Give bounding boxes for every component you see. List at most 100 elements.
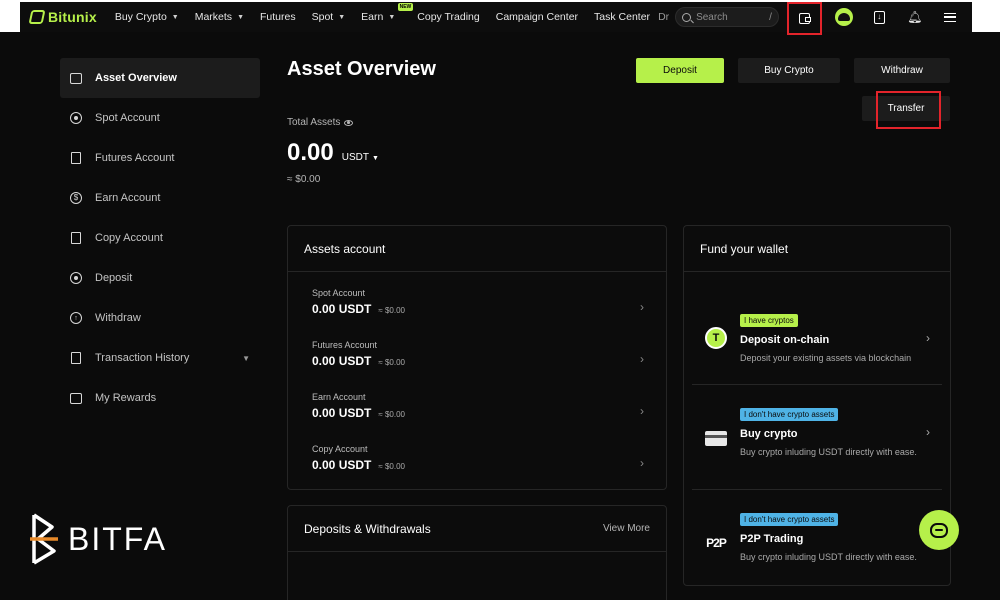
nav-label: Copy Trading (417, 11, 480, 23)
p2p-icon: P2P (706, 536, 727, 550)
total-assets-text: Total Assets (287, 117, 341, 128)
fund-option-desc: Deposit your existing assets via blockch… (740, 353, 912, 363)
divider (692, 489, 942, 490)
copy-icon (69, 231, 83, 245)
account-row-spot[interactable]: Spot Account 0.00 USDT ≈ $0.00 › (312, 288, 644, 336)
account-value: 0.00 USDT (312, 354, 372, 368)
fund-tag: I don't have crypto assets (740, 408, 839, 421)
avatar-button[interactable] (830, 3, 858, 31)
sidebar-item-copy-account[interactable]: Copy Account (60, 218, 260, 258)
buy-crypto-button[interactable]: Buy Crypto (738, 58, 840, 83)
search-box[interactable]: Search / (675, 7, 779, 27)
chevron-right-icon: › (926, 425, 930, 439)
divider (684, 271, 950, 272)
nav-futures[interactable]: Futures (260, 11, 296, 23)
account-fiat: ≈ $0.00 (378, 358, 405, 367)
fund-option-desc: Buy crypto inluding USDT directly with e… (740, 552, 917, 562)
wallet-icon (798, 12, 811, 24)
account-value: 0.00 USDT (312, 302, 372, 316)
card-title: Assets account (304, 242, 386, 256)
card-icon (704, 426, 728, 450)
account-name: Copy Account (312, 444, 368, 454)
card-title: Fund your wallet (700, 242, 789, 256)
nav-copy-trading[interactable]: Copy Trading (417, 11, 479, 23)
sidebar-item-label: Earn Account (95, 192, 161, 204)
sidebar-item-futures-account[interactable]: Futures Account (60, 138, 260, 178)
account-name: Spot Account (312, 288, 366, 298)
chevron-down-icon: ▼ (338, 13, 346, 21)
assets-account-card: Assets account Spot Account 0.00 USDT ≈ … (287, 225, 667, 490)
chevron-right-icon: › (640, 300, 644, 314)
sidebar-item-spot-account[interactable]: Spot Account (60, 98, 260, 138)
account-value: 0.00 USDT (312, 406, 372, 420)
sidebar-item-transaction-history[interactable]: Transaction History ▼ (60, 338, 260, 378)
chevron-right-icon: › (640, 404, 644, 418)
account-row-copy[interactable]: Copy Account 0.00 USDT ≈ $0.00 › (312, 444, 644, 492)
nav-task-center[interactable]: Task Center (594, 11, 650, 23)
chevron-down-icon: ▼ (388, 13, 396, 21)
nav-buy-crypto[interactable]: Buy Crypto ▼ (115, 11, 179, 23)
chat-icon (930, 522, 948, 538)
currency-selector[interactable]: USDT ▼ (342, 152, 379, 163)
menu-button[interactable] (937, 3, 965, 31)
view-more-link[interactable]: View More (603, 523, 650, 534)
sidebar-item-earn-account[interactable]: $ Earn Account (60, 178, 260, 218)
brand-logo[interactable]: Bitunix (28, 9, 97, 25)
nav-campaign-center[interactable]: Campaign Center (496, 11, 578, 23)
divider (288, 271, 666, 272)
eye-icon[interactable] (344, 119, 354, 126)
watermark-text: BITFA (68, 520, 167, 557)
sidebar-item-deposit[interactable]: Deposit (60, 258, 260, 298)
search-icon (682, 12, 692, 22)
fund-tag: I don't have crypto assets (740, 513, 839, 526)
sidebar: Asset Overview Spot Account Futures Acco… (60, 58, 260, 418)
account-row-earn[interactable]: Earn Account 0.00 USDT ≈ $0.00 › (312, 392, 644, 440)
account-value-line: 0.00 USDT ≈ $0.00 (312, 458, 644, 472)
sidebar-item-label: My Rewards (95, 392, 157, 404)
page-title: Asset Overview (287, 58, 436, 80)
account-value-line: 0.00 USDT ≈ $0.00 (312, 406, 644, 420)
download-button[interactable]: ↓ (866, 3, 894, 31)
fund-option-desc: Buy crypto inluding USDT directly with e… (740, 447, 917, 457)
search-placeholder: Search (696, 11, 728, 23)
fund-option-buy-crypto[interactable]: I don't have crypto assets Buy crypto Bu… (692, 404, 942, 484)
sidebar-item-label: Transaction History (95, 352, 190, 364)
fund-option-p2p-trading[interactable]: I don't have crypto assets P2P P2P Tradi… (692, 509, 942, 579)
account-name: Earn Account (312, 392, 366, 402)
nav-spot[interactable]: Spot ▼ (312, 11, 346, 23)
chat-support-button[interactable] (919, 510, 959, 550)
account-row-futures[interactable]: Futures Account 0.00 USDT ≈ $0.00 › (312, 340, 644, 388)
account-value-line: 0.00 USDT ≈ $0.00 (312, 354, 644, 368)
watermark-logo-icon (30, 513, 58, 565)
account-fiat: ≈ $0.00 (378, 410, 405, 419)
earn-icon: $ (69, 191, 83, 205)
transfer-button[interactable]: Transfer (862, 96, 950, 121)
nav-markets[interactable]: Markets ▼ (195, 11, 244, 23)
deposit-button[interactable]: Deposit (636, 58, 724, 83)
wallet-button[interactable] (786, 1, 823, 35)
card-title: Deposits & Withdrawals (304, 522, 431, 536)
withdraw-button[interactable]: Withdraw (854, 58, 950, 83)
notifications-button[interactable]: 🔔︎ (901, 3, 929, 31)
sidebar-item-asset-overview[interactable]: Asset Overview (60, 58, 260, 98)
account-fiat: ≈ $0.00 (378, 462, 405, 471)
avatar (834, 8, 853, 26)
nav-label: Markets (194, 11, 233, 23)
nav-earn[interactable]: Earn ▼ NEW (361, 3, 414, 23)
chevron-right-icon: › (640, 352, 644, 366)
chevron-down-icon: ▼ (242, 353, 250, 363)
withdraw-icon: ↑ (69, 311, 83, 325)
nav-label: Earn (361, 11, 384, 23)
currency-label: USDT (341, 152, 369, 163)
search-shortcut: / (769, 11, 772, 23)
sidebar-item-my-rewards[interactable]: My Rewards (60, 378, 260, 418)
sidebar-item-label: Withdraw (95, 312, 141, 324)
fund-option-name: P2P Trading (740, 533, 804, 545)
divider (692, 384, 942, 385)
fund-option-deposit-onchain[interactable]: I have cryptos T Deposit on-chain Deposi… (692, 310, 942, 384)
fund-tag: I have cryptos (740, 314, 798, 327)
sidebar-item-withdraw[interactable]: ↑ Withdraw (60, 298, 260, 338)
fund-option-name: Buy crypto (740, 428, 798, 440)
chevron-down-icon: ▼ (171, 13, 179, 21)
sidebar-item-label: Copy Account (95, 232, 163, 244)
